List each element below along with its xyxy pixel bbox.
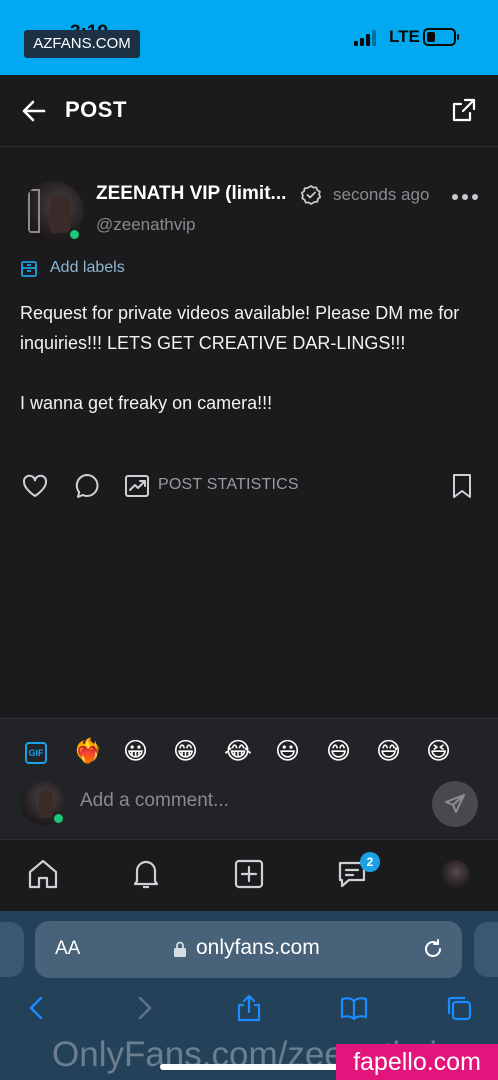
bottom-nav <box>0 841 498 911</box>
home-icon[interactable] <box>25 856 61 892</box>
page-title: POST <box>65 97 127 122</box>
messages-badge: 2 <box>360 852 380 872</box>
emoji-button[interactable]: 😃 <box>275 736 300 766</box>
browser-share-icon[interactable] <box>234 993 264 1023</box>
emoji-button[interactable]: 😂 <box>224 736 252 766</box>
profile-avatar[interactable] <box>440 860 470 890</box>
back-arrow-icon[interactable] <box>20 97 48 125</box>
label-icon <box>21 261 37 277</box>
comment-bubble-icon[interactable] <box>73 472 101 500</box>
watermark-site-badge: fapello.com <box>336 1044 498 1080</box>
watermark-azfans: AZFANS.COM <box>24 30 140 58</box>
status-bar: 3:19 AZFANS.COM LTE <box>0 0 498 75</box>
bookmark-icon[interactable] <box>448 472 476 500</box>
post-text-paragraph: Request for private videos available! Pl… <box>20 303 460 353</box>
reload-icon[interactable] <box>421 937 445 961</box>
emoji-button[interactable]: 😆 <box>426 736 451 766</box>
emoji-button[interactable]: 😄 <box>326 736 351 766</box>
send-button[interactable] <box>432 781 478 827</box>
author-handle[interactable]: @zeenathvip <box>96 215 196 235</box>
reader-settings-button[interactable]: AA <box>55 938 80 960</box>
previous-tab[interactable] <box>0 922 24 977</box>
browser-forward-icon[interactable] <box>129 993 159 1023</box>
battery-icon <box>423 28 459 46</box>
url-text: onlyfans.com <box>196 936 320 959</box>
lock-icon <box>174 941 186 957</box>
signal-icon <box>354 30 380 46</box>
post-statistics-icon[interactable] <box>123 472 151 500</box>
post-timestamp: seconds ago <box>333 185 430 204</box>
browser-back-icon[interactable] <box>22 993 52 1023</box>
online-status-dot <box>68 228 81 241</box>
more-options-icon[interactable] <box>452 192 478 202</box>
share-icon[interactable] <box>450 96 478 124</box>
post-header: POST <box>0 75 498 147</box>
emoji-button[interactable]: 😅 <box>376 736 401 766</box>
next-tab[interactable] <box>474 922 498 977</box>
plus-square-icon[interactable] <box>231 856 267 892</box>
comment-input[interactable] <box>80 786 420 816</box>
post-body: Request for private videos available! Pl… <box>20 298 480 418</box>
like-heart-icon[interactable] <box>21 472 49 500</box>
online-status-dot <box>52 812 65 825</box>
home-indicator <box>160 1064 338 1070</box>
emoji-button[interactable]: ❤️‍🔥 <box>73 736 103 766</box>
bell-icon[interactable] <box>128 856 164 892</box>
bookmarks-icon[interactable] <box>339 993 369 1023</box>
comment-panel: GIF ❤️‍🔥 😀 😁 😂 😃 😄 😅 😆 <box>0 718 498 840</box>
send-icon <box>445 794 465 813</box>
network-label: LTE <box>389 27 420 46</box>
author-name[interactable]: ZEENATH VIP (limit... <box>96 183 286 205</box>
add-labels-label: Add labels <box>50 259 125 276</box>
gif-button[interactable]: GIF <box>25 742 47 764</box>
emoji-button[interactable]: 😀 <box>123 736 148 766</box>
emoji-button[interactable]: 😁 <box>173 736 198 766</box>
address-bar[interactable]: AA onlyfans.com <box>35 921 462 978</box>
post-statistics-button[interactable]: POST STATISTICS <box>158 476 299 494</box>
post-text-paragraph: I wanna get freaky on camera!!! <box>20 393 273 413</box>
tabs-icon[interactable] <box>444 993 474 1023</box>
verified-icon <box>300 185 322 205</box>
